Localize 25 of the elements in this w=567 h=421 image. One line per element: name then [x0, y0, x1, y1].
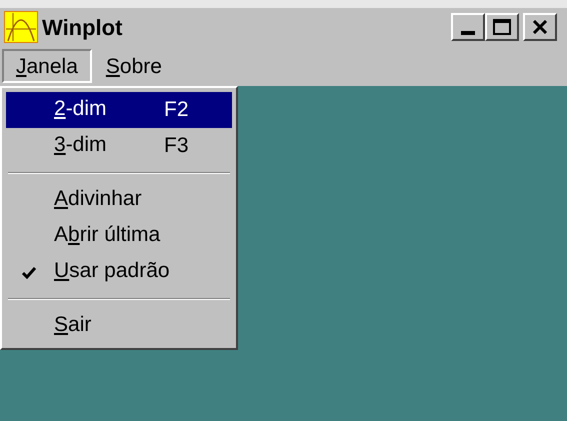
menu-item-label: Abrir última	[54, 222, 162, 248]
window-title: Winplot	[42, 14, 122, 42]
maximize-icon	[493, 19, 511, 35]
menu-item-label: Usar padrão	[54, 258, 170, 284]
menu-item-label: Sair	[54, 312, 92, 338]
minimize-icon	[461, 31, 475, 35]
menu-bar-item[interactable]: Sobre	[92, 49, 176, 83]
menu-item-label: Adivinhar	[54, 186, 143, 212]
menu-item-label: 2-dim	[54, 96, 108, 122]
menu-bar-item[interactable]: Janela	[2, 49, 92, 83]
shortcut-label: F3	[164, 133, 189, 160]
maximize-button[interactable]	[485, 13, 519, 41]
check-icon	[22, 267, 36, 279]
menu-item[interactable]: 2-dim F2	[6, 92, 232, 128]
menu-item[interactable]: Sair	[6, 308, 232, 344]
shortcut-label: F2	[164, 97, 189, 124]
graph-icon	[4, 11, 38, 43]
menu-item[interactable]: Usar padrão	[6, 254, 232, 290]
close-icon	[532, 20, 548, 34]
close-button[interactable]	[523, 13, 557, 41]
menu-item[interactable]: Adivinhar	[6, 182, 232, 218]
minimize-button[interactable]	[451, 13, 485, 41]
menu-item-label: 3-dim	[54, 132, 108, 158]
menu-item[interactable]: Abrir última	[6, 218, 232, 254]
menu-item[interactable]: 3-dim F3	[6, 128, 232, 164]
